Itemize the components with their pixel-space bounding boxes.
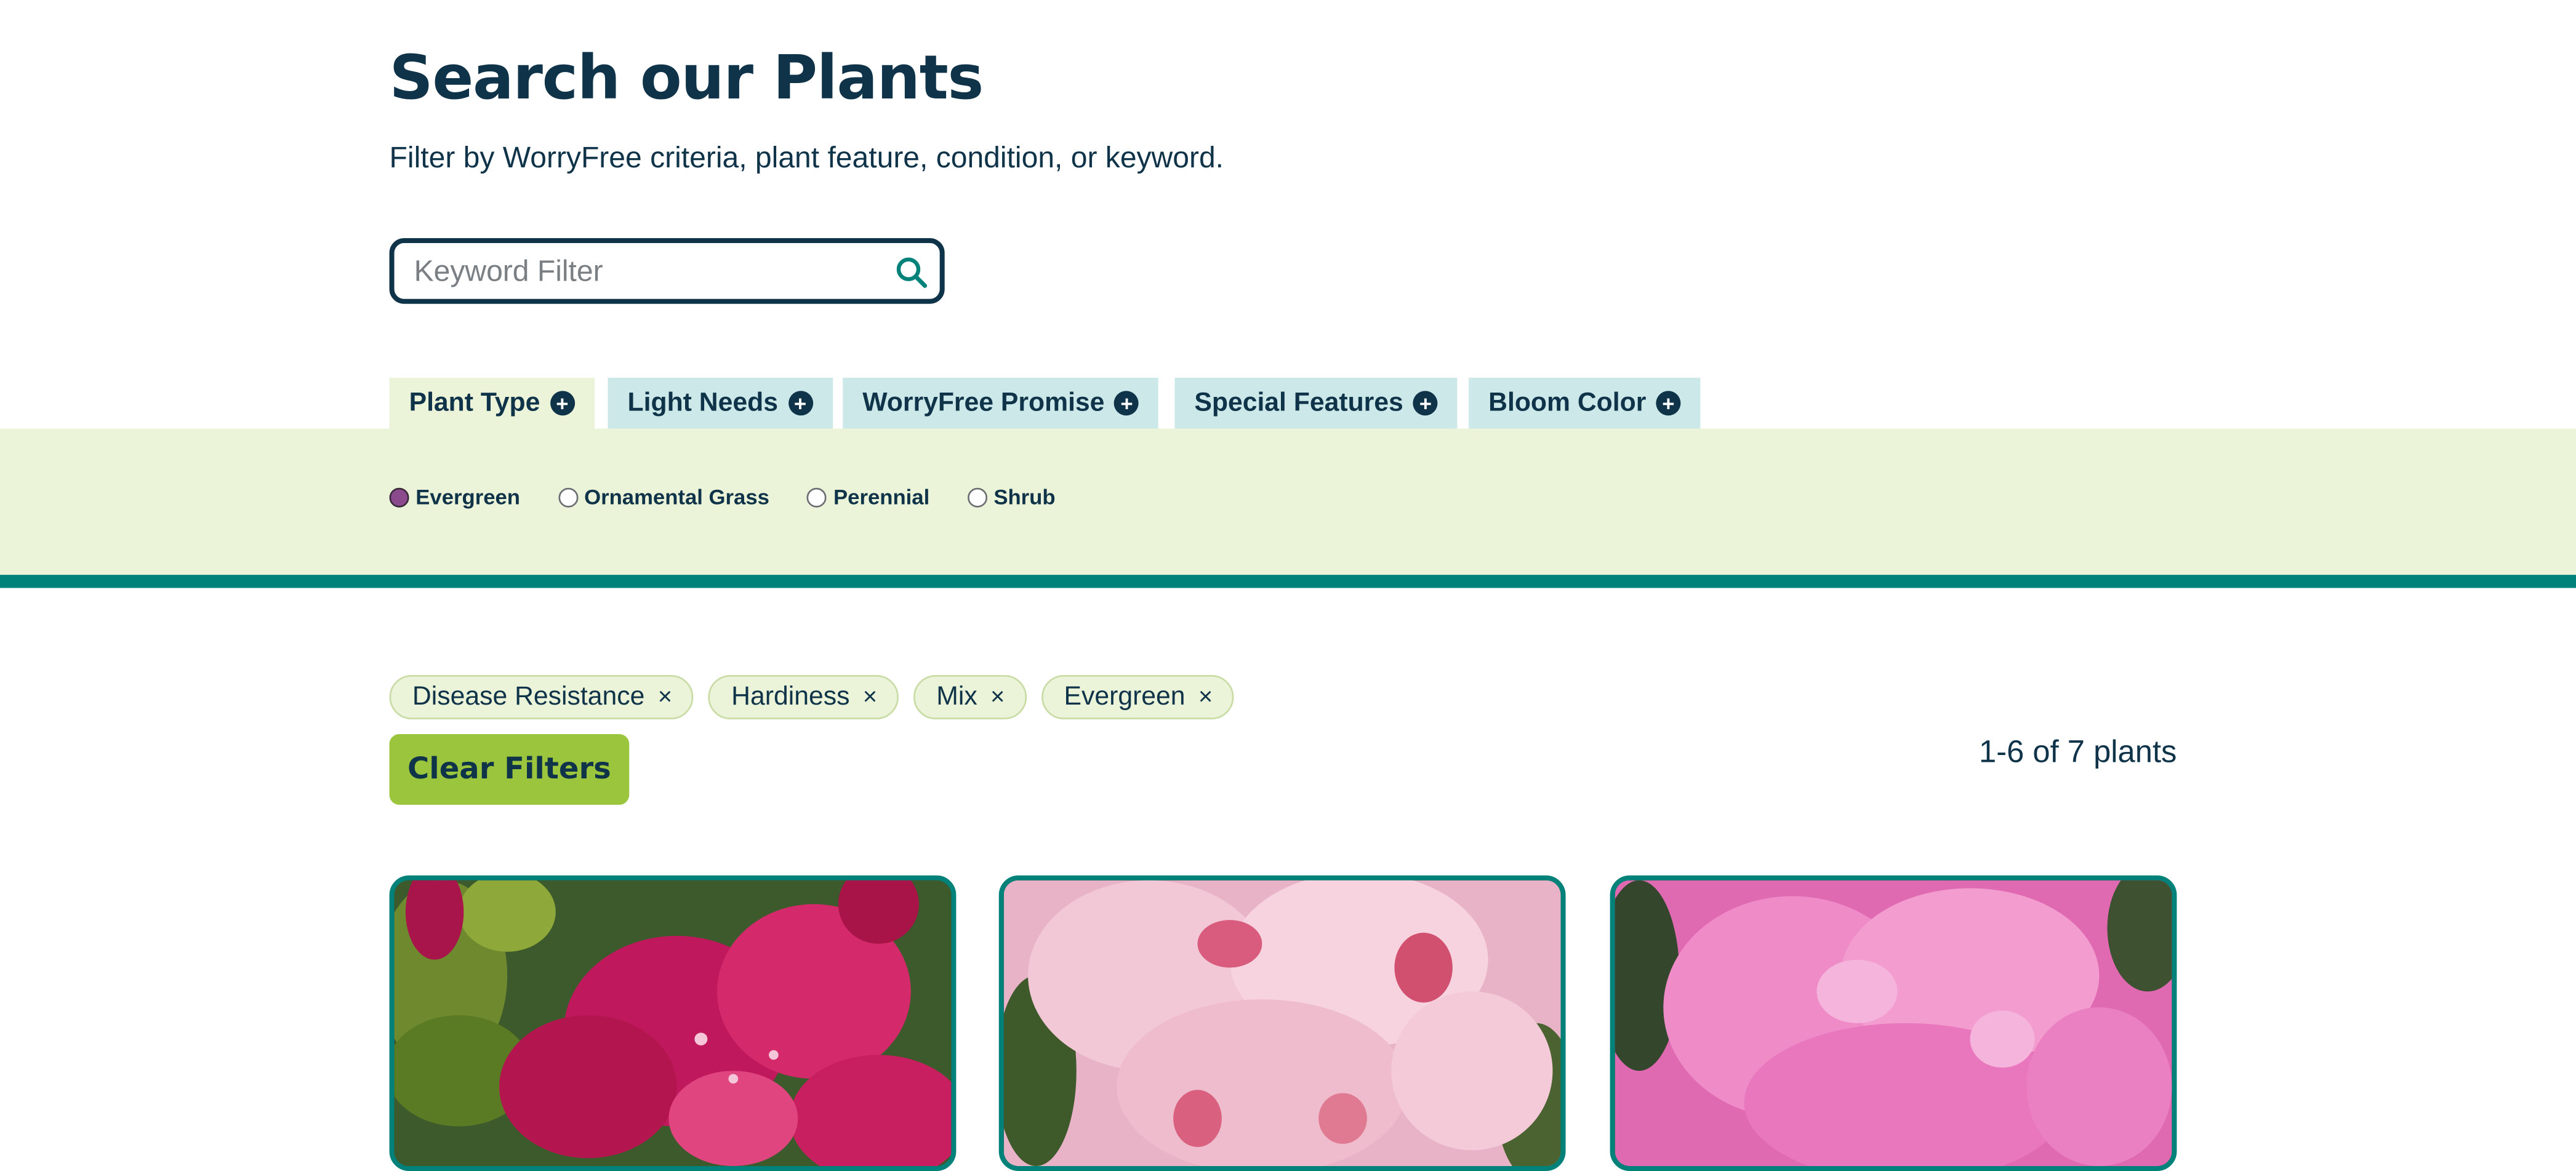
radio-label: Shrub xyxy=(993,484,1056,510)
radio-button[interactable] xyxy=(807,487,827,507)
active-filters: Disease Resistance × Hardiness × Mix × E… xyxy=(389,674,1235,720)
tab-label: WorryFree Promise xyxy=(862,388,1105,417)
plant-type-options: Evergreen Ornamental Grass Perennial Shr… xyxy=(389,484,1056,510)
plant-card[interactable] xyxy=(1610,875,2177,1171)
tab-label: Light Needs xyxy=(627,388,778,417)
chip-label: Hardiness xyxy=(731,682,850,711)
chip-label: Evergreen xyxy=(1064,682,1186,711)
light-pink-rhododendron-photo xyxy=(1003,880,1561,1166)
tab-plant-type[interactable]: Plant Type + xyxy=(389,377,595,429)
close-icon[interactable]: × xyxy=(990,685,1005,709)
close-icon[interactable]: × xyxy=(863,685,877,709)
close-icon[interactable]: × xyxy=(1198,685,1213,709)
results-count: 1-6 of 7 plants xyxy=(1979,735,2177,770)
tab-label: Special Features xyxy=(1194,388,1403,417)
radio-button[interactable] xyxy=(558,487,578,507)
radio-label: Ornamental Grass xyxy=(584,484,769,510)
plant-card[interactable] xyxy=(998,875,1566,1171)
radio-button[interactable] xyxy=(967,487,987,507)
plant-search-page: Search our Plants Filter by WorryFree cr… xyxy=(0,0,2576,1171)
chip-label: Mix xyxy=(936,682,977,711)
radio-option-perennial[interactable]: Perennial xyxy=(807,484,929,509)
plus-circle-icon: + xyxy=(550,391,575,416)
clear-filters-button[interactable]: Clear Filters xyxy=(389,734,630,805)
plus-circle-icon: + xyxy=(1656,391,1681,416)
plus-circle-icon: + xyxy=(1413,391,1438,416)
page-title: Search our Plants xyxy=(389,42,984,114)
tab-special-features[interactable]: Special Features + xyxy=(1174,377,1458,429)
filter-chip-disease-resistance[interactable]: Disease Resistance × xyxy=(389,674,694,720)
pink-rhododendron-photo xyxy=(1615,880,2172,1166)
plant-type-filter-panel xyxy=(0,428,2576,575)
page-subtitle: Filter by WorryFree criteria, plant feat… xyxy=(389,141,1224,174)
plus-circle-icon: + xyxy=(1114,391,1139,416)
plus-circle-icon: + xyxy=(787,391,813,416)
magenta-rhododendron-photo xyxy=(394,880,952,1166)
chip-label: Disease Resistance xyxy=(412,682,645,711)
radio-label: Evergreen xyxy=(415,484,520,510)
tab-light-needs[interactable]: Light Needs + xyxy=(608,377,833,429)
filter-chip-evergreen[interactable]: Evergreen × xyxy=(1041,674,1235,720)
tab-worryfree-promise[interactable]: WorryFree Promise + xyxy=(843,377,1159,429)
plant-card[interactable] xyxy=(389,875,957,1171)
filter-chip-hardiness[interactable]: Hardiness × xyxy=(708,674,899,720)
radio-option-evergreen[interactable]: Evergreen xyxy=(389,484,520,510)
radio-label: Perennial xyxy=(833,484,930,510)
tab-bloom-color[interactable]: Bloom Color + xyxy=(1469,377,1701,429)
keyword-search-box[interactable] xyxy=(389,238,945,304)
section-divider xyxy=(0,575,2576,588)
radio-option-ornamental-grass[interactable]: Ornamental Grass xyxy=(558,484,769,509)
close-icon[interactable]: × xyxy=(658,685,672,709)
tab-label: Plant Type xyxy=(409,388,540,417)
radio-option-shrub[interactable]: Shrub xyxy=(967,484,1056,510)
search-icon[interactable] xyxy=(896,256,928,289)
tab-label: Bloom Color xyxy=(1488,388,1647,417)
radio-button-checked[interactable] xyxy=(389,487,409,507)
keyword-filter-input[interactable] xyxy=(414,251,874,291)
filter-chip-mix[interactable]: Mix × xyxy=(913,674,1027,720)
